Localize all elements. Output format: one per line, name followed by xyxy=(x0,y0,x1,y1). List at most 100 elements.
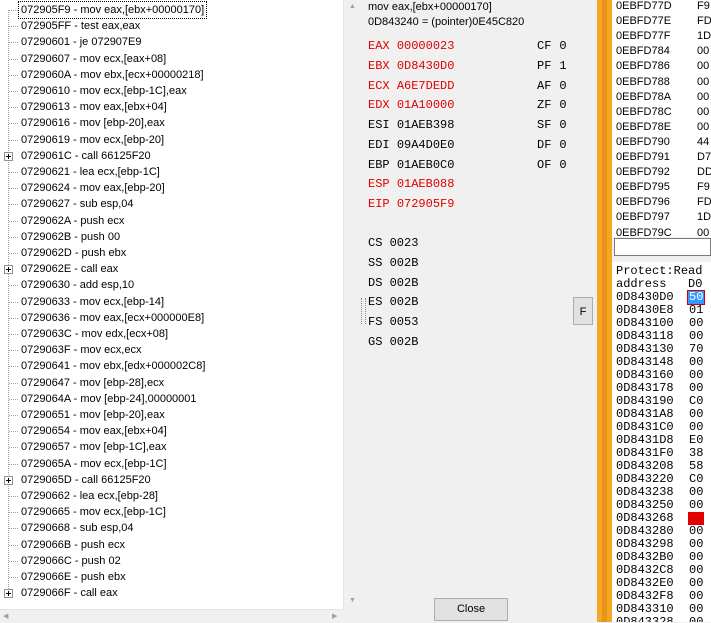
register-value: 01AEB0C0 xyxy=(396,157,455,172)
tree-connector xyxy=(9,415,18,416)
tree-horizontal-scrollbar[interactable]: ◀ ▶ xyxy=(0,609,343,622)
tree-connector xyxy=(9,334,18,335)
flag-df[interactable]: DF 0 xyxy=(537,138,567,152)
stack-address-input[interactable] xyxy=(614,238,711,256)
register-name: EAX xyxy=(368,39,390,53)
hex-address: 0D843190 xyxy=(616,394,674,408)
tree-connector xyxy=(9,366,18,368)
stack-address: 0EBFD797 xyxy=(616,211,670,224)
stack-row[interactable]: 0EBFD791 D7 xyxy=(616,150,711,165)
panel-divider[interactable] xyxy=(597,0,612,622)
flag-of[interactable]: OF 0 xyxy=(537,158,567,172)
stack-row[interactable]: 0EBFD784 00 xyxy=(616,44,709,59)
hex-address: 0D843298 xyxy=(616,537,674,551)
register-name: ECX xyxy=(368,78,390,93)
stack-row[interactable]: 0EBFD77D F9 xyxy=(616,0,710,14)
register-name: ESP xyxy=(368,177,390,192)
hex-address: 0D843178 xyxy=(616,381,674,395)
segment-gs[interactable]: GS 002B xyxy=(368,335,418,349)
register-ebx[interactable]: EBX 0D8430D0 xyxy=(368,59,454,73)
hex-view[interactable]: Protect:Read address D0 0D8430D0 50 0D8430… xyxy=(612,262,711,622)
segment-name: FS xyxy=(368,315,383,329)
tree-node-label: 07290662 - lea ecx,[ebp-28] xyxy=(21,490,158,502)
expand-plus-icon[interactable] xyxy=(4,475,13,485)
segment-ss[interactable]: SS 002B xyxy=(368,256,418,270)
flag-cf[interactable]: CF 0 xyxy=(537,39,567,53)
tree-node-label: 07290665 - mov ecx,[ebp-1C] xyxy=(21,506,166,519)
flag-value: 0 xyxy=(559,118,567,132)
close-button[interactable]: Close xyxy=(434,598,508,621)
stack-value: FD xyxy=(697,196,711,209)
segment-fs[interactable]: FS 0053 xyxy=(368,315,418,329)
stack-row[interactable]: 0EBFD792 DD xyxy=(616,165,711,180)
hex-address: 0D843148 xyxy=(616,355,674,369)
expand-plus-icon[interactable] xyxy=(4,151,13,161)
segment-es[interactable]: ES 002B xyxy=(368,295,418,309)
tree-vertical-scrollbar[interactable]: ▲ ▼ xyxy=(343,0,360,609)
scroll-right-icon[interactable]: ▶ xyxy=(332,610,337,623)
register-name: EBP xyxy=(368,157,390,172)
hex-address: 0D8430D0 xyxy=(616,290,674,304)
hex-row[interactable]: 0D843328 00 xyxy=(616,616,703,623)
d0-column-label: D0 xyxy=(688,277,703,291)
register-edx[interactable]: EDX 01A10000 xyxy=(368,98,454,112)
stack-row[interactable]: 0EBFD78C 00 xyxy=(616,105,709,120)
stack-value: F9 xyxy=(697,181,710,194)
hex-byte[interactable]: 00 xyxy=(688,616,704,623)
register-eax[interactable]: EAX 00000023 xyxy=(368,39,454,53)
scroll-up-icon[interactable]: ▲ xyxy=(349,0,356,13)
segment-name: GS xyxy=(368,334,383,349)
hex-address: 0D843238 xyxy=(616,485,674,499)
flag-af[interactable]: AF 0 xyxy=(537,79,567,93)
tree-connector xyxy=(9,382,18,384)
flag-value: 0 xyxy=(559,98,567,113)
stack-address: 0EBFD790 xyxy=(616,135,670,148)
tree-connector xyxy=(9,58,18,60)
register-edi[interactable]: EDI 09A4D0E0 xyxy=(368,138,454,152)
register-ebp[interactable]: EBP 01AEB0C0 xyxy=(368,158,454,172)
hex-address: 0D843118 xyxy=(616,329,674,343)
flag-pf[interactable]: PF 1 xyxy=(537,59,567,73)
instruction-tree[interactable]: 072905F9 - mov eax,[ebx+00000170] 072905F… xyxy=(0,0,343,609)
expand-plus-icon[interactable] xyxy=(4,265,13,275)
register-value: 00000023 xyxy=(396,39,455,53)
register-esp[interactable]: ESP 01AEB088 xyxy=(368,177,454,191)
segment-cs[interactable]: CS 0023 xyxy=(368,236,418,250)
segment-value: 002B xyxy=(389,334,419,349)
stack-row[interactable]: 0EBFD79C 00 xyxy=(616,226,709,238)
flag-sf[interactable]: SF 0 xyxy=(537,118,567,132)
stack-address: 0EBFD795 xyxy=(616,181,670,194)
stack-row[interactable]: 0EBFD797 1D xyxy=(616,210,711,225)
splitter-grip[interactable] xyxy=(361,298,366,324)
stack-view[interactable]: 0EBFD77D F9 0EBFD77E FD 0EBFD77F 1D 0EBFD784 00… xyxy=(612,0,711,237)
stack-row[interactable]: 0EBFD78A 00 xyxy=(616,90,709,105)
segment-ds[interactable]: DS 002B xyxy=(368,276,418,290)
stack-row[interactable]: 0EBFD786 00 xyxy=(616,59,709,74)
divider-core xyxy=(602,0,607,622)
stack-row[interactable]: 0EBFD78E 00 xyxy=(616,120,709,135)
expand-plus-icon[interactable] xyxy=(4,589,13,599)
hex-address: 0D8432E0 xyxy=(616,576,674,590)
register-eip[interactable]: EIP 072905F9 xyxy=(368,197,454,211)
register-ecx[interactable]: ECX A6E7DEDD xyxy=(368,79,454,93)
float-registers-button[interactable]: F xyxy=(573,297,593,325)
tree-connector xyxy=(9,398,18,400)
stack-row[interactable]: 0EBFD796 FD xyxy=(616,195,711,210)
hex-address: 0D8432C8 xyxy=(616,563,674,577)
tree-node-label: 07290621 - lea ecx,[ebp-1C] xyxy=(21,166,160,178)
stack-row[interactable]: 0EBFD77E FD xyxy=(616,14,711,29)
tree-node-label: 0729066B - push ecx xyxy=(21,538,125,551)
stack-row[interactable]: 0EBFD790 44 xyxy=(616,135,709,150)
register-esi[interactable]: ESI 01AEB398 xyxy=(368,118,454,132)
scroll-down-icon[interactable]: ▼ xyxy=(349,594,356,607)
stack-address: 0EBFD784 xyxy=(616,45,670,58)
segment-name: CS xyxy=(368,236,383,250)
register-value: 072905F9 xyxy=(396,197,455,211)
scroll-left-icon[interactable]: ◀ xyxy=(3,610,8,623)
stack-row[interactable]: 0EBFD788 00 xyxy=(616,75,709,90)
stack-row[interactable]: 0EBFD77F 1D xyxy=(616,29,711,44)
tree-node-label: 07290619 - mov ecx,[ebp-20] xyxy=(21,133,165,146)
stack-row[interactable]: 0EBFD795 F9 xyxy=(616,180,710,195)
flag-zf[interactable]: ZF 0 xyxy=(537,98,567,112)
tree-node-label: 07290636 - mov eax,[ecx+000000E8] xyxy=(21,311,205,324)
